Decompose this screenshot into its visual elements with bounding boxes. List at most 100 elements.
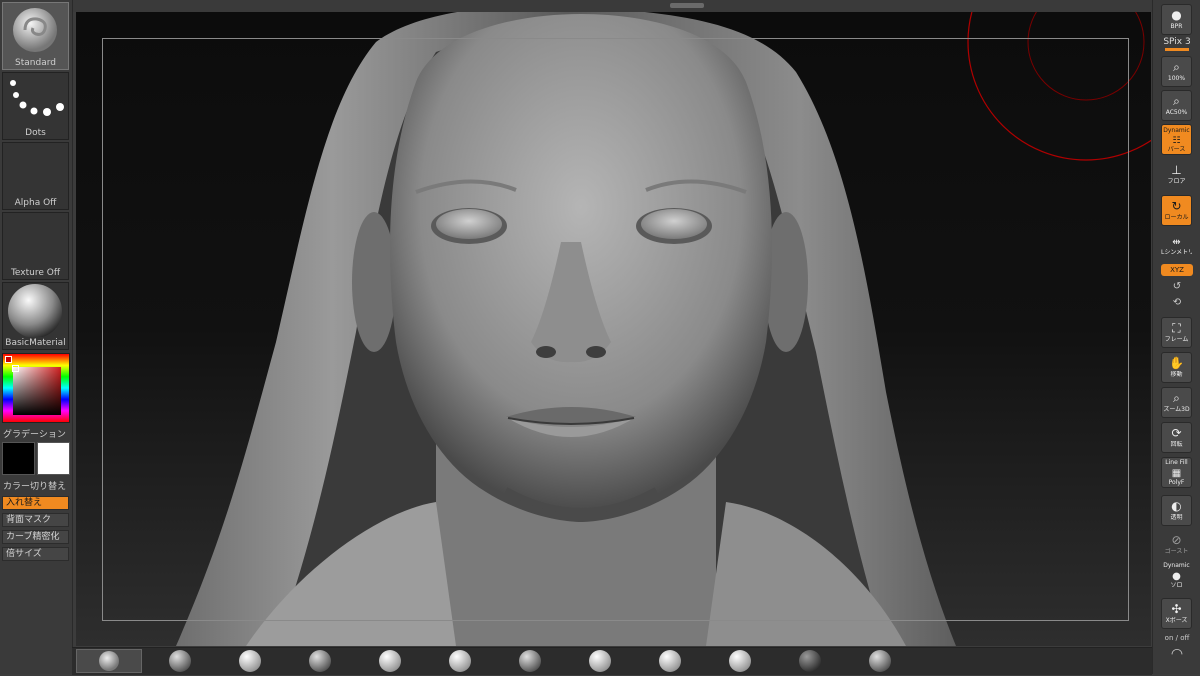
grey-sphere-icon [869,650,891,672]
double-size-button[interactable]: 倍サイズ [2,547,69,561]
transparency-icon: ◐ [1171,499,1182,513]
back-mask-button[interactable]: 背面マスク [2,513,69,527]
bpr-label: BPR [1170,23,1183,30]
right-shelf: ● BPR SPix 3 ⌕ 100% ⌕ AC50% Dynamic ☷ パー… [1152,0,1200,674]
brush-label: Standard [15,58,56,68]
halfdark-sphere-icon [589,650,611,672]
frame-icon: ⛶ [1172,321,1181,335]
toon-sphere-icon [659,650,681,672]
linefill-polyf-button[interactable]: Line Fill ▦ PolyF [1161,457,1192,488]
magnifier-icon: ⌕ [1173,60,1180,74]
white-sphere-icon [729,650,751,672]
spix-slider[interactable] [1165,48,1189,51]
dynamic-label: Dynamic [1163,127,1190,134]
color-saturation-square[interactable] [13,367,61,415]
perspective-button[interactable]: Dynamic ☷ パース [1161,124,1192,155]
color-picker[interactable] [2,353,70,423]
ac50-button[interactable]: ⌕ AC50% [1161,90,1192,121]
local-label: ローカル [1164,214,1189,221]
rotate-label: 回転 [1170,441,1183,448]
z-rotate-icon[interactable]: ⟲ [1153,297,1200,308]
linefill-label: Line Fill [1165,459,1188,466]
color-switch-label[interactable]: カラー切り替え [3,479,66,492]
floor-label: フロア [1167,178,1186,185]
magnifier-icon: ⌕ [1173,94,1180,108]
transparency-label: 透明 [1170,514,1183,521]
brush-selector[interactable]: Standard [2,2,69,70]
material-selector[interactable]: BasicMaterial [2,282,69,350]
ac50-label: AC50% [1165,109,1188,116]
gradient-label[interactable]: グラデーション [3,427,66,440]
local-button[interactable]: ↻ ローカル [1161,195,1192,226]
move-label: 移動 [1170,371,1183,378]
chrome-sphere-icon [169,650,191,672]
xyz-rotate-button[interactable]: XYZ [1161,264,1193,276]
symmetry-label: Lシンメトリ [1161,249,1192,256]
y-rotate-icon[interactable]: ↺ [1153,281,1200,292]
dots-stroke-icon [10,80,64,116]
xpose-icon: ✣ [1171,602,1182,616]
material-sphere-icon [8,284,62,338]
gauge-icon[interactable]: ◠ [1153,646,1200,662]
solo-button[interactable]: Dynamic ● ソロ [1161,560,1192,591]
solo-dynamic-label: Dynamic [1163,562,1190,569]
hue-marker[interactable] [5,356,12,363]
spix-label[interactable]: SPix 3 [1153,37,1200,47]
matte-sphere-icon [449,650,471,672]
floor-icon: ⊥ [1171,163,1182,177]
hand-icon: ✋ [1169,356,1184,370]
frame-button[interactable]: ⛶ フレーム [1161,317,1192,348]
material-label: BasicMaterial [5,338,66,348]
bpr-render-button[interactable]: ● BPR [1161,4,1192,35]
frame-label: フレーム [1164,336,1189,343]
ghost-button[interactable]: ⊘ ゴースト [1161,530,1192,561]
left-shelf: Standard Dots Alpha Off Texture Off Basi… [0,0,73,674]
swap-button[interactable]: 入れ替え [2,496,69,510]
main-color-swatch[interactable] [2,442,35,475]
dark-sphere-icon [799,650,821,672]
rotate-icon: ⟳ [1171,426,1182,440]
symmetry-arrows-icon: ⇹ [1172,237,1181,248]
zoom3d-label: ズーム3D [1163,406,1190,413]
split-sphere-icon [379,650,401,672]
cone-sphere-icon [309,650,331,672]
material-slots[interactable] [72,648,1152,675]
solo-icon: ● [1172,571,1181,582]
texture-selector[interactable]: Texture Off [2,212,69,280]
rotate-button[interactable]: ⟳ 回転 [1161,422,1192,453]
ghost-icon: ⊘ [1171,533,1182,547]
ghost-label: ゴースト [1164,548,1189,555]
zoom-icon: ⌕ [1173,391,1180,405]
bottom-material-shelf [72,647,1152,675]
zoom100-label: 100% [1167,75,1186,82]
secondary-color-swatch[interactable] [37,442,70,475]
transparency-button[interactable]: ◐ 透明 [1161,495,1192,526]
zoom-100-button[interactable]: ⌕ 100% [1161,56,1192,87]
perspective-label: パース [1167,146,1186,153]
texture-label: Texture Off [10,268,61,278]
canvas-viewport[interactable] [76,12,1151,646]
grid-icon: ☷ [1172,136,1181,146]
floor-button[interactable]: ⊥ フロア [1161,160,1192,191]
top-bar [0,0,1200,12]
tray-grip-handle[interactable] [670,3,704,8]
alpha-label: Alpha Off [14,198,57,208]
striped-sphere-icon [239,650,261,672]
solo-label: ソロ [1170,582,1183,589]
render-sphere-icon: ● [1171,8,1182,22]
local-pivot-icon: ↻ [1171,199,1182,213]
xpose-button[interactable]: ✣ Xポーズ [1161,598,1192,629]
curve-density-button[interactable]: カーブ精密化 [2,530,69,544]
alpha-selector[interactable]: Alpha Off [2,142,69,210]
zoom3d-button[interactable]: ⌕ ズーム3D [1161,387,1192,418]
onoff-label[interactable]: on / off [1153,634,1200,642]
xpose-label: Xポーズ [1165,617,1188,624]
stroke-selector[interactable]: Dots [2,72,69,140]
symmetry-button[interactable]: ⇹ Lシンメトリ [1161,235,1192,259]
wedge-sphere-icon [519,650,541,672]
color-marker[interactable] [12,365,19,372]
polyframe-grid-icon: ▦ [1171,468,1182,479]
standard-brush-icon [13,8,57,52]
move-button[interactable]: ✋ 移動 [1161,352,1192,383]
viewport-frame-guide [102,38,1129,621]
